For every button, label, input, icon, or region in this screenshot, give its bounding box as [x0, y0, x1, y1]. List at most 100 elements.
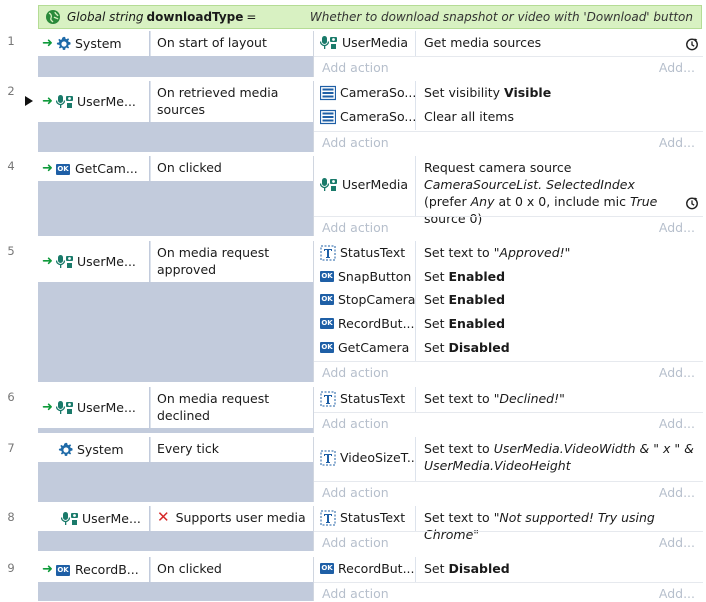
action-row[interactable]: OK GetCamera Set Disabled: [314, 336, 703, 361]
action-row[interactable]: CameraSo... Clear all items: [314, 105, 703, 130]
add-more-link[interactable]: Add...: [659, 60, 695, 75]
add-action-link[interactable]: Add action: [322, 586, 389, 601]
event-condition-row[interactable]: ➜ OK GetCam... On clicked: [38, 156, 313, 181]
add-action-link[interactable]: Add action: [322, 485, 389, 500]
text-object-icon: [320, 510, 336, 526]
add-action-link[interactable]: Add action: [322, 416, 389, 431]
action-param: Disabled: [448, 340, 510, 355]
event-block[interactable]: System Every tick VideoSizeT... Set text…: [38, 437, 703, 502]
usermedia-icon: [320, 35, 338, 51]
action-object-name: UserMedia: [342, 35, 409, 50]
action-row[interactable]: CameraSo... Set visibility Visible: [314, 81, 703, 105]
action-param: "Approved!": [493, 245, 571, 260]
action-row[interactable]: UserMedia Get media sources: [314, 31, 703, 56]
add-action-link[interactable]: Add action: [322, 220, 389, 235]
actions-area[interactable]: StatusText Set text to "Declined!" Add a…: [313, 387, 703, 433]
action-row[interactable]: VideoSizeT... Set text to UserMedia.Vide…: [314, 437, 703, 481]
event-condition-row[interactable]: UserMe... ✕ Supports user media: [38, 506, 313, 531]
add-action-link[interactable]: Add action: [322, 535, 389, 550]
actions-area[interactable]: UserMedia Get media sources Add action A…: [313, 31, 703, 77]
event-condition-row[interactable]: ➜ UserMe... On retrieved media sources: [38, 81, 313, 122]
event-condition-row[interactable]: ➜ System On start of layout: [38, 31, 313, 56]
action-object-name: GetCamera: [338, 340, 410, 355]
actions-area[interactable]: StatusText Set text to "Approved!" OK Sna…: [313, 241, 703, 382]
event-number: 2: [7, 84, 15, 98]
add-more-link[interactable]: Add...: [659, 586, 695, 601]
actions-area[interactable]: CameraSo... Set visibility Visible Camer…: [313, 81, 703, 152]
event-number: 4: [7, 159, 15, 173]
add-more-link[interactable]: Add...: [659, 416, 695, 431]
action-text: Set text to: [424, 441, 490, 456]
action-row[interactable]: StatusText Set text to "Not supported! T…: [314, 506, 703, 542]
add-action-link[interactable]: Add action: [322, 135, 389, 150]
event-block[interactable]: ➜ OK RecordB... On clicked OK RecordBut..…: [38, 557, 703, 602]
action-text: at 0 x 0, include mic: [498, 194, 626, 209]
action-row[interactable]: OK StopCamera Set Enabled: [314, 288, 703, 312]
event-block[interactable]: ➜ System On start of layout UserMedia Ge…: [38, 31, 703, 77]
trigger-arrow-icon: ➜: [42, 36, 53, 51]
add-more-link[interactable]: Add...: [659, 220, 695, 235]
event-block[interactable]: ➜ OK GetCam... On clicked UserMedia Requ…: [38, 156, 703, 236]
action-row[interactable]: OK RecordBut... Set Disabled: [314, 557, 703, 582]
event-condition-row[interactable]: ➜ UserMe... On media request approved: [38, 241, 313, 282]
action-text: Set text to: [424, 391, 490, 406]
add-action-row[interactable]: Add action Add...: [314, 361, 703, 381]
event-condition-row[interactable]: System Every tick: [38, 437, 313, 462]
add-action-row[interactable]: Add action Add...: [314, 582, 703, 602]
global-variable-row[interactable]: Global string downloadType = Whether to …: [38, 5, 702, 29]
ok-button-icon: OK: [320, 563, 334, 574]
action-object-name: StatusText: [340, 391, 406, 406]
event-block[interactable]: ➜ UserMe... On media request declined St…: [38, 387, 703, 433]
condition-text: Every tick: [150, 437, 313, 462]
add-more-link[interactable]: Add...: [659, 485, 695, 500]
action-text: Set text to: [424, 510, 490, 525]
condition-text: On media request declined: [150, 387, 313, 428]
global-variable-prefix: Global string: [67, 10, 144, 24]
action-row[interactable]: StatusText Set text to "Approved!": [314, 241, 703, 265]
action-row[interactable]: StatusText Set text to "Declined!": [314, 387, 703, 412]
usermedia-icon: [320, 177, 338, 193]
condition-object-name: UserMe...: [82, 511, 141, 526]
action-text: Get media sources: [424, 35, 542, 50]
action-object-name: SnapButton: [338, 269, 412, 284]
trigger-arrow-icon: ➜: [42, 562, 53, 577]
event-block[interactable]: ➜ UserMe... On media request approved St…: [38, 241, 703, 382]
action-param: Any: [470, 194, 495, 209]
event-block[interactable]: ➜ UserMe... On retrieved media sources C…: [38, 81, 703, 152]
add-more-link[interactable]: Add...: [659, 365, 695, 380]
event-number: 1: [7, 34, 15, 48]
action-object-name: CameraSo...: [340, 109, 415, 124]
add-action-row[interactable]: Add action Add...: [314, 481, 703, 501]
action-param: UserMedia.VideoHeight: [424, 458, 571, 473]
action-row[interactable]: UserMedia Request camera source CameraSo…: [314, 156, 703, 226]
action-text: Set: [424, 340, 445, 355]
event-condition-row[interactable]: ➜ UserMe... On media request declined: [38, 387, 313, 428]
add-action-link[interactable]: Add action: [322, 365, 389, 380]
action-row[interactable]: OK SnapButton Set Enabled: [314, 265, 703, 288]
action-object-name: StatusText: [340, 245, 406, 260]
action-param: Enabled: [448, 269, 506, 284]
event-block[interactable]: UserMe... ✕ Supports user media StatusTe…: [38, 506, 703, 551]
actions-area[interactable]: StatusText Set text to "Not supported! T…: [313, 506, 703, 551]
usermedia-icon: [61, 511, 79, 527]
actions-area[interactable]: OK RecordBut... Set Disabled Add action A…: [313, 557, 703, 602]
action-object-name: StopCamera: [338, 292, 415, 307]
add-more-link[interactable]: Add...: [659, 135, 695, 150]
add-action-row[interactable]: Add action Add...: [314, 216, 703, 236]
add-action-row[interactable]: Add action Add...: [314, 531, 703, 551]
action-text: Set: [424, 561, 445, 576]
action-row[interactable]: OK RecordBut... Set Enabled: [314, 312, 703, 336]
event-condition-row[interactable]: ➜ OK RecordB... On clicked: [38, 557, 313, 582]
add-action-row[interactable]: Add action Add...: [314, 56, 703, 76]
add-more-link[interactable]: Add...: [659, 535, 695, 550]
add-action-row[interactable]: Add action Add...: [314, 131, 703, 151]
action-param: CameraSourceList.: [424, 177, 543, 192]
add-action-row[interactable]: Add action Add...: [314, 412, 703, 432]
add-action-link[interactable]: Add action: [322, 60, 389, 75]
actions-area[interactable]: VideoSizeT... Set text to UserMedia.Vide…: [313, 437, 703, 502]
actions-area[interactable]: UserMedia Request camera source CameraSo…: [313, 156, 703, 236]
condition-object-name: UserMe...: [77, 400, 136, 415]
action-text: Set text to: [424, 245, 490, 260]
action-object-name: RecordBut...: [338, 561, 415, 576]
action-text: Request camera source: [424, 160, 572, 175]
